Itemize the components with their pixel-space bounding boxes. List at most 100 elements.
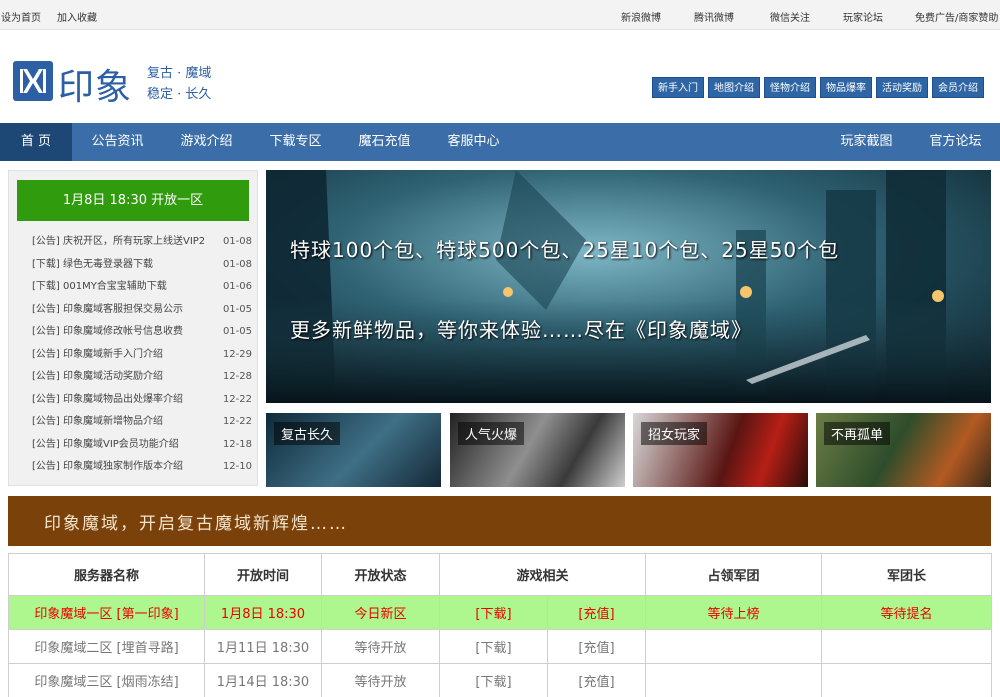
server-table: 服务器名称 开放时间 开放状态 游戏相关 占领军团 军团长 印象魔域一区 [第一…	[8, 553, 993, 697]
quick-link-beginner[interactable]: 新手入门	[652, 77, 704, 98]
header-server-name: 服务器名称	[8, 553, 205, 596]
thumb-retro[interactable]: 复古长久	[266, 413, 441, 487]
thumb-caption: 不再孤单	[824, 422, 891, 445]
nav-home[interactable]: 首 页	[0, 123, 72, 161]
nav-downloads[interactable]: 下载专区	[258, 123, 333, 161]
news-item[interactable]: [公告] 印象魔域新增物品介绍 12-22	[32, 411, 252, 434]
top-bar: 设为首页 加入收藏 新浪微博 腾讯微博 微信关注 玩家论坛 免费广告/商家赞助	[0, 0, 1000, 30]
news-date: 12-28	[222, 371, 252, 382]
recharge-link[interactable]: [充值]	[546, 629, 647, 664]
news-title: [公告] 印象魔域活动奖励介绍	[32, 371, 163, 382]
open-server-banner[interactable]: 1月8日 18:30 开放一区	[17, 180, 249, 221]
main-nav: 首 页 公告资讯 游戏介绍 下载专区 魔石充值 客服中心 玩家截图 官方论坛	[0, 123, 1000, 161]
quick-links: 新手入门 地图介绍 怪物介绍 物品爆率 活动奖励 会员介绍	[652, 77, 984, 98]
header-open-time: 开放时间	[204, 553, 322, 596]
wechat-link[interactable]: 微信关注	[770, 9, 810, 24]
slogan-bar: 印象魔域，开启复古魔域新辉煌……	[8, 496, 991, 546]
logo-icon[interactable]	[13, 61, 53, 101]
news-item[interactable]: [公告] 印象魔域物品出处爆率介绍 12-22	[32, 389, 252, 412]
news-title: [下载] 001MY合宝宝辅助下载	[32, 281, 167, 292]
download-link[interactable]: [下载]	[439, 595, 548, 630]
nav-screenshots[interactable]: 玩家截图	[829, 123, 904, 161]
ad-sponsor-link[interactable]: 免费广告/商家赞助	[915, 9, 998, 24]
server-name: 印象魔域二区 [埋首寻路]	[8, 629, 205, 664]
news-item[interactable]: [公告] 庆祝开区，所有玩家上线送VIP2 01-08	[32, 231, 252, 254]
news-title: [公告] 印象魔域修改帐号信息收费	[32, 326, 183, 337]
weibo-sina-link[interactable]: 新浪微博	[621, 9, 661, 24]
server-leader	[821, 663, 993, 697]
thumb-caption: 复古长久	[274, 422, 341, 445]
news-title: [公告] 庆祝开区，所有玩家上线送VIP2	[32, 236, 206, 247]
nav-forum[interactable]: 官方论坛	[918, 123, 993, 161]
quick-link-drop-rates[interactable]: 物品爆率	[820, 77, 872, 98]
quick-link-vip[interactable]: 会员介绍	[932, 77, 984, 98]
table-row: 印象魔域一区 [第一印象] 1月8日 18:30 今日新区 [下载] [充值] …	[8, 595, 993, 630]
news-date: 01-06	[222, 281, 252, 292]
quick-link-events[interactable]: 活动奖励	[876, 77, 928, 98]
thumb-popular[interactable]: 人气火爆	[450, 413, 625, 487]
news-date: 12-10	[222, 461, 252, 472]
add-favorite-link[interactable]: 加入收藏	[57, 9, 97, 24]
server-leader	[821, 629, 993, 664]
thumb-female-players[interactable]: 招女玩家	[633, 413, 808, 487]
forum-link[interactable]: 玩家论坛	[843, 9, 883, 24]
news-item[interactable]: [下载] 绿色无毒登录器下载 01-08	[32, 254, 252, 277]
news-item[interactable]: [公告] 印象魔域修改帐号信息收费 01-05	[32, 321, 252, 344]
news-title: [公告] 印象魔域新手入门介绍	[32, 348, 163, 360]
quick-link-maps[interactable]: 地图介绍	[708, 77, 760, 98]
server-legion: 等待上榜	[645, 595, 823, 630]
slogan-bottom: 稳定 · 长久	[147, 87, 212, 102]
news-item[interactable]: [下载] 001MY合宝宝辅助下载 01-06	[32, 276, 252, 299]
news-panel: 1月8日 18:30 开放一区 [公告] 庆祝开区，所有玩家上线送VIP2 01-…	[8, 170, 258, 486]
server-status: 等待开放	[321, 629, 440, 664]
header-game-related: 游戏相关	[438, 553, 647, 596]
news-list: [公告] 庆祝开区，所有玩家上线送VIP2 01-08 [下载] 绿色无毒登录器下…	[32, 231, 252, 479]
server-name: 印象魔域一区 [第一印象]	[8, 595, 205, 630]
table-header-row: 服务器名称 开放时间 开放状态 游戏相关 占领军团 军团长	[8, 553, 993, 596]
weibo-tencent-link[interactable]: 腾讯微博	[694, 9, 734, 24]
recharge-link[interactable]: [充值]	[546, 663, 647, 697]
header-legion: 占领军团	[645, 553, 823, 596]
server-time: 1月14日 18:30	[204, 663, 322, 697]
slogan-top: 复古 · 魔域	[147, 66, 212, 81]
nav-support[interactable]: 客服中心	[436, 123, 511, 161]
news-date: 01-05	[222, 326, 252, 337]
server-name: 印象魔域三区 [烟雨冻结]	[8, 663, 205, 697]
news-item[interactable]: [公告] 印象魔域客服担保交易公示 01-05	[32, 299, 252, 322]
server-status: 今日新区	[321, 595, 440, 630]
news-date: 01-05	[222, 303, 252, 315]
server-time: 1月8日 18:30	[204, 595, 322, 630]
server-time: 1月11日 18:30	[204, 629, 322, 664]
news-item[interactable]: [公告] 印象魔域活动奖励介绍 12-28	[32, 366, 252, 389]
hero-banner[interactable]: 特球100个包、特球500个包、25星10个包、25星50个包 更多新鲜物品，等…	[266, 170, 991, 403]
slogan-bar-text: 印象魔域，开启复古魔域新辉煌……	[44, 514, 348, 534]
server-legion	[645, 629, 823, 664]
nav-news[interactable]: 公告资讯	[80, 123, 155, 161]
news-item[interactable]: [公告] 印象魔域VIP会员功能介绍 12-18	[32, 434, 252, 457]
nav-recharge[interactable]: 魔石充值	[347, 123, 422, 161]
recharge-link[interactable]: [充值]	[546, 595, 647, 630]
thumb-caption: 人气火爆	[458, 422, 525, 445]
thumb-not-alone[interactable]: 不再孤单	[816, 413, 991, 487]
news-date: 12-22	[222, 393, 252, 405]
logo-text[interactable]: 印象	[58, 58, 132, 110]
header-open-status: 开放状态	[321, 553, 440, 596]
header-legion-leader: 军团长	[821, 553, 993, 596]
news-title: [公告] 印象魔域新增物品介绍	[32, 416, 163, 427]
news-date: 12-18	[222, 438, 252, 450]
news-title: [公告] 印象魔域客服担保交易公示	[32, 303, 183, 315]
hero-line-2: 更多新鲜物品，等你来体验……尽在《印象魔域》	[290, 318, 752, 342]
download-link[interactable]: [下载]	[439, 663, 548, 697]
news-item[interactable]: [公告] 印象魔域新手入门介绍 12-29	[32, 344, 252, 367]
news-title: [下载] 绿色无毒登录器下载	[32, 258, 153, 270]
news-date: 12-22	[222, 416, 252, 427]
quick-link-monsters[interactable]: 怪物介绍	[764, 77, 816, 98]
news-title: [公告] 印象魔域独家制作版本介绍	[32, 461, 183, 472]
download-link[interactable]: [下载]	[439, 629, 548, 664]
hero-line-1: 特球100个包、特球500个包、25星10个包、25星50个包	[290, 238, 840, 262]
nav-game-intro[interactable]: 游戏介绍	[169, 123, 244, 161]
news-item[interactable]: [公告] 印象魔域独家制作版本介绍 12-10	[32, 456, 252, 479]
server-status: 等待开放	[321, 663, 440, 697]
set-homepage-link[interactable]: 设为首页	[1, 9, 41, 24]
news-title: [公告] 印象魔域物品出处爆率介绍	[32, 393, 183, 405]
